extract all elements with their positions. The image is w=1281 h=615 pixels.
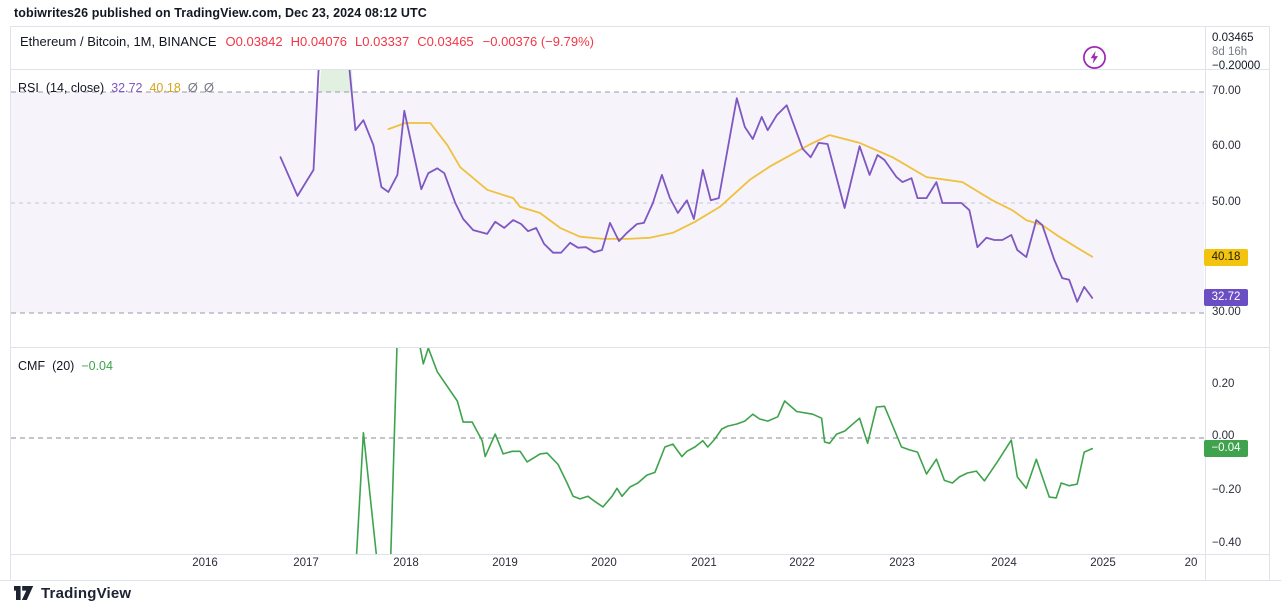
rsi-scale-50: 50.00: [1212, 196, 1241, 209]
cmf-scale-neg020: −0.20: [1212, 484, 1241, 497]
widget-right-border: [1269, 26, 1270, 580]
high-value: H0.04076: [291, 34, 347, 49]
attribution-text: tobiwrites26 published on TradingView.co…: [14, 6, 427, 20]
cmf-line: [355, 322, 1092, 603]
tradingview-brand-link[interactable]: TradingView: [13, 585, 131, 602]
price-scale[interactable]: 0.03465 8d 16h −0.20000: [1205, 27, 1281, 69]
rsi-ma-value: 40.18: [149, 81, 180, 95]
open-value: O0.03842: [226, 34, 283, 49]
x-label-2020: 2020: [591, 557, 617, 569]
x-label-2025: 2025: [1090, 557, 1116, 569]
x-label-2018: 2018: [393, 557, 419, 569]
rsi-scale-30: 30.00: [1212, 306, 1241, 319]
x-label-2024: 2024: [991, 557, 1017, 569]
rsi-overbought-fill: [319, 70, 353, 92]
widget-top-border: [10, 26, 1270, 27]
rsi-indicator-name[interactable]: RSI: [18, 81, 39, 95]
cmf-indicator-params: (20): [52, 359, 74, 373]
change-value: −0.00376 (−9.79%): [483, 34, 594, 49]
tradingview-logo-icon: [13, 586, 34, 601]
bar-countdown-label: 8d 16h: [1212, 46, 1247, 59]
widget-left-border: [10, 26, 11, 580]
ohlc-values: O0.03842 H0.04076 L0.03337 C0.03465: [226, 34, 474, 49]
x-label-2019: 2019: [492, 557, 518, 569]
clipped-scale-label: −0.20000: [1212, 60, 1260, 69]
cmf-value-badge: −0.04: [1204, 440, 1248, 457]
flash-button[interactable]: [1082, 45, 1107, 70]
rsi-value: 32.72: [111, 81, 142, 95]
rsi-cmf-separator[interactable]: [10, 347, 1270, 348]
rsi-indicator-params: (14, close): [46, 81, 104, 95]
x-label-2017: 2017: [293, 557, 319, 569]
symbol-title[interactable]: Ethereum / Bitcoin, 1M, BINANCE: [20, 34, 217, 49]
rsi-ma-badge: 40.18: [1204, 249, 1248, 266]
footer-separator: [0, 580, 1281, 581]
x-label-2023: 2023: [889, 557, 915, 569]
x-label-2026-clipped: 20: [1185, 557, 1198, 569]
cmf-legend[interactable]: CMF (20) −0.04: [18, 359, 113, 373]
cmf-indicator-name[interactable]: CMF: [18, 359, 45, 373]
rsi-scale-60: 60.00: [1212, 140, 1241, 153]
rsi-ma-line: [388, 123, 1092, 257]
x-label-2022: 2022: [789, 557, 815, 569]
cmf-scale-020: 0.20: [1212, 378, 1234, 391]
rsi-band-fill: [11, 92, 1204, 313]
x-label-2021: 2021: [691, 557, 717, 569]
close-value: C0.03465: [417, 34, 473, 49]
last-price-label: 0.03465: [1212, 32, 1254, 45]
price-rsi-separator[interactable]: [10, 69, 1270, 70]
lightning-icon: [1082, 45, 1107, 70]
tradingview-brand-text: TradingView: [41, 585, 131, 602]
low-value: L0.03337: [355, 34, 409, 49]
symbol-legend[interactable]: Ethereum / Bitcoin, 1M, BINANCE O0.03842…: [20, 34, 594, 49]
cmf-value: −0.04: [81, 359, 113, 373]
published-chart-page: tobiwrites26 published on TradingView.co…: [0, 0, 1281, 615]
cmf-scale-neg040: −0.40: [1212, 537, 1241, 550]
rsi-legend[interactable]: RSI (14, close) 32.72 40.18 ØØ: [18, 80, 220, 95]
rsi-scale-70: 70.00: [1212, 85, 1241, 98]
rsi-value-badge: 32.72: [1204, 289, 1248, 306]
rsi-band-markers: ØØ: [188, 80, 220, 95]
time-axis-border: [10, 554, 1270, 555]
x-label-2016: 2016: [192, 557, 218, 569]
